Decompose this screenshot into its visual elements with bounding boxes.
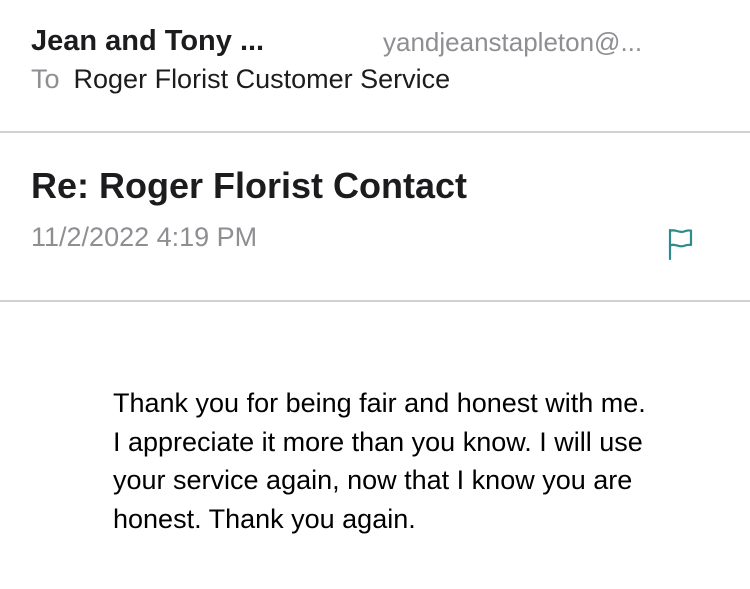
flag-button[interactable]: [664, 226, 696, 262]
header-divider: [0, 131, 750, 133]
message-body: Thank you for being fair and honest with…: [113, 388, 646, 534]
recipient-name[interactable]: Roger Florist Customer Service: [74, 64, 451, 94]
message-subject: Re: Roger Florist Contact: [31, 165, 468, 206]
sender-email[interactable]: yandjeanstapleton@...: [383, 27, 642, 58]
subject-divider: [0, 300, 750, 302]
message-header: Jean and Tony ... yandjeanstapleton@... …: [0, 0, 750, 132]
flag-icon: [668, 228, 693, 261]
to-label: To: [31, 64, 60, 94]
sender-name[interactable]: Jean and Tony ...: [31, 25, 264, 58]
message-date: 11/2/2022 4:19 PM: [31, 222, 258, 252]
recipient-row: To Roger Florist Customer Service: [31, 64, 450, 95]
